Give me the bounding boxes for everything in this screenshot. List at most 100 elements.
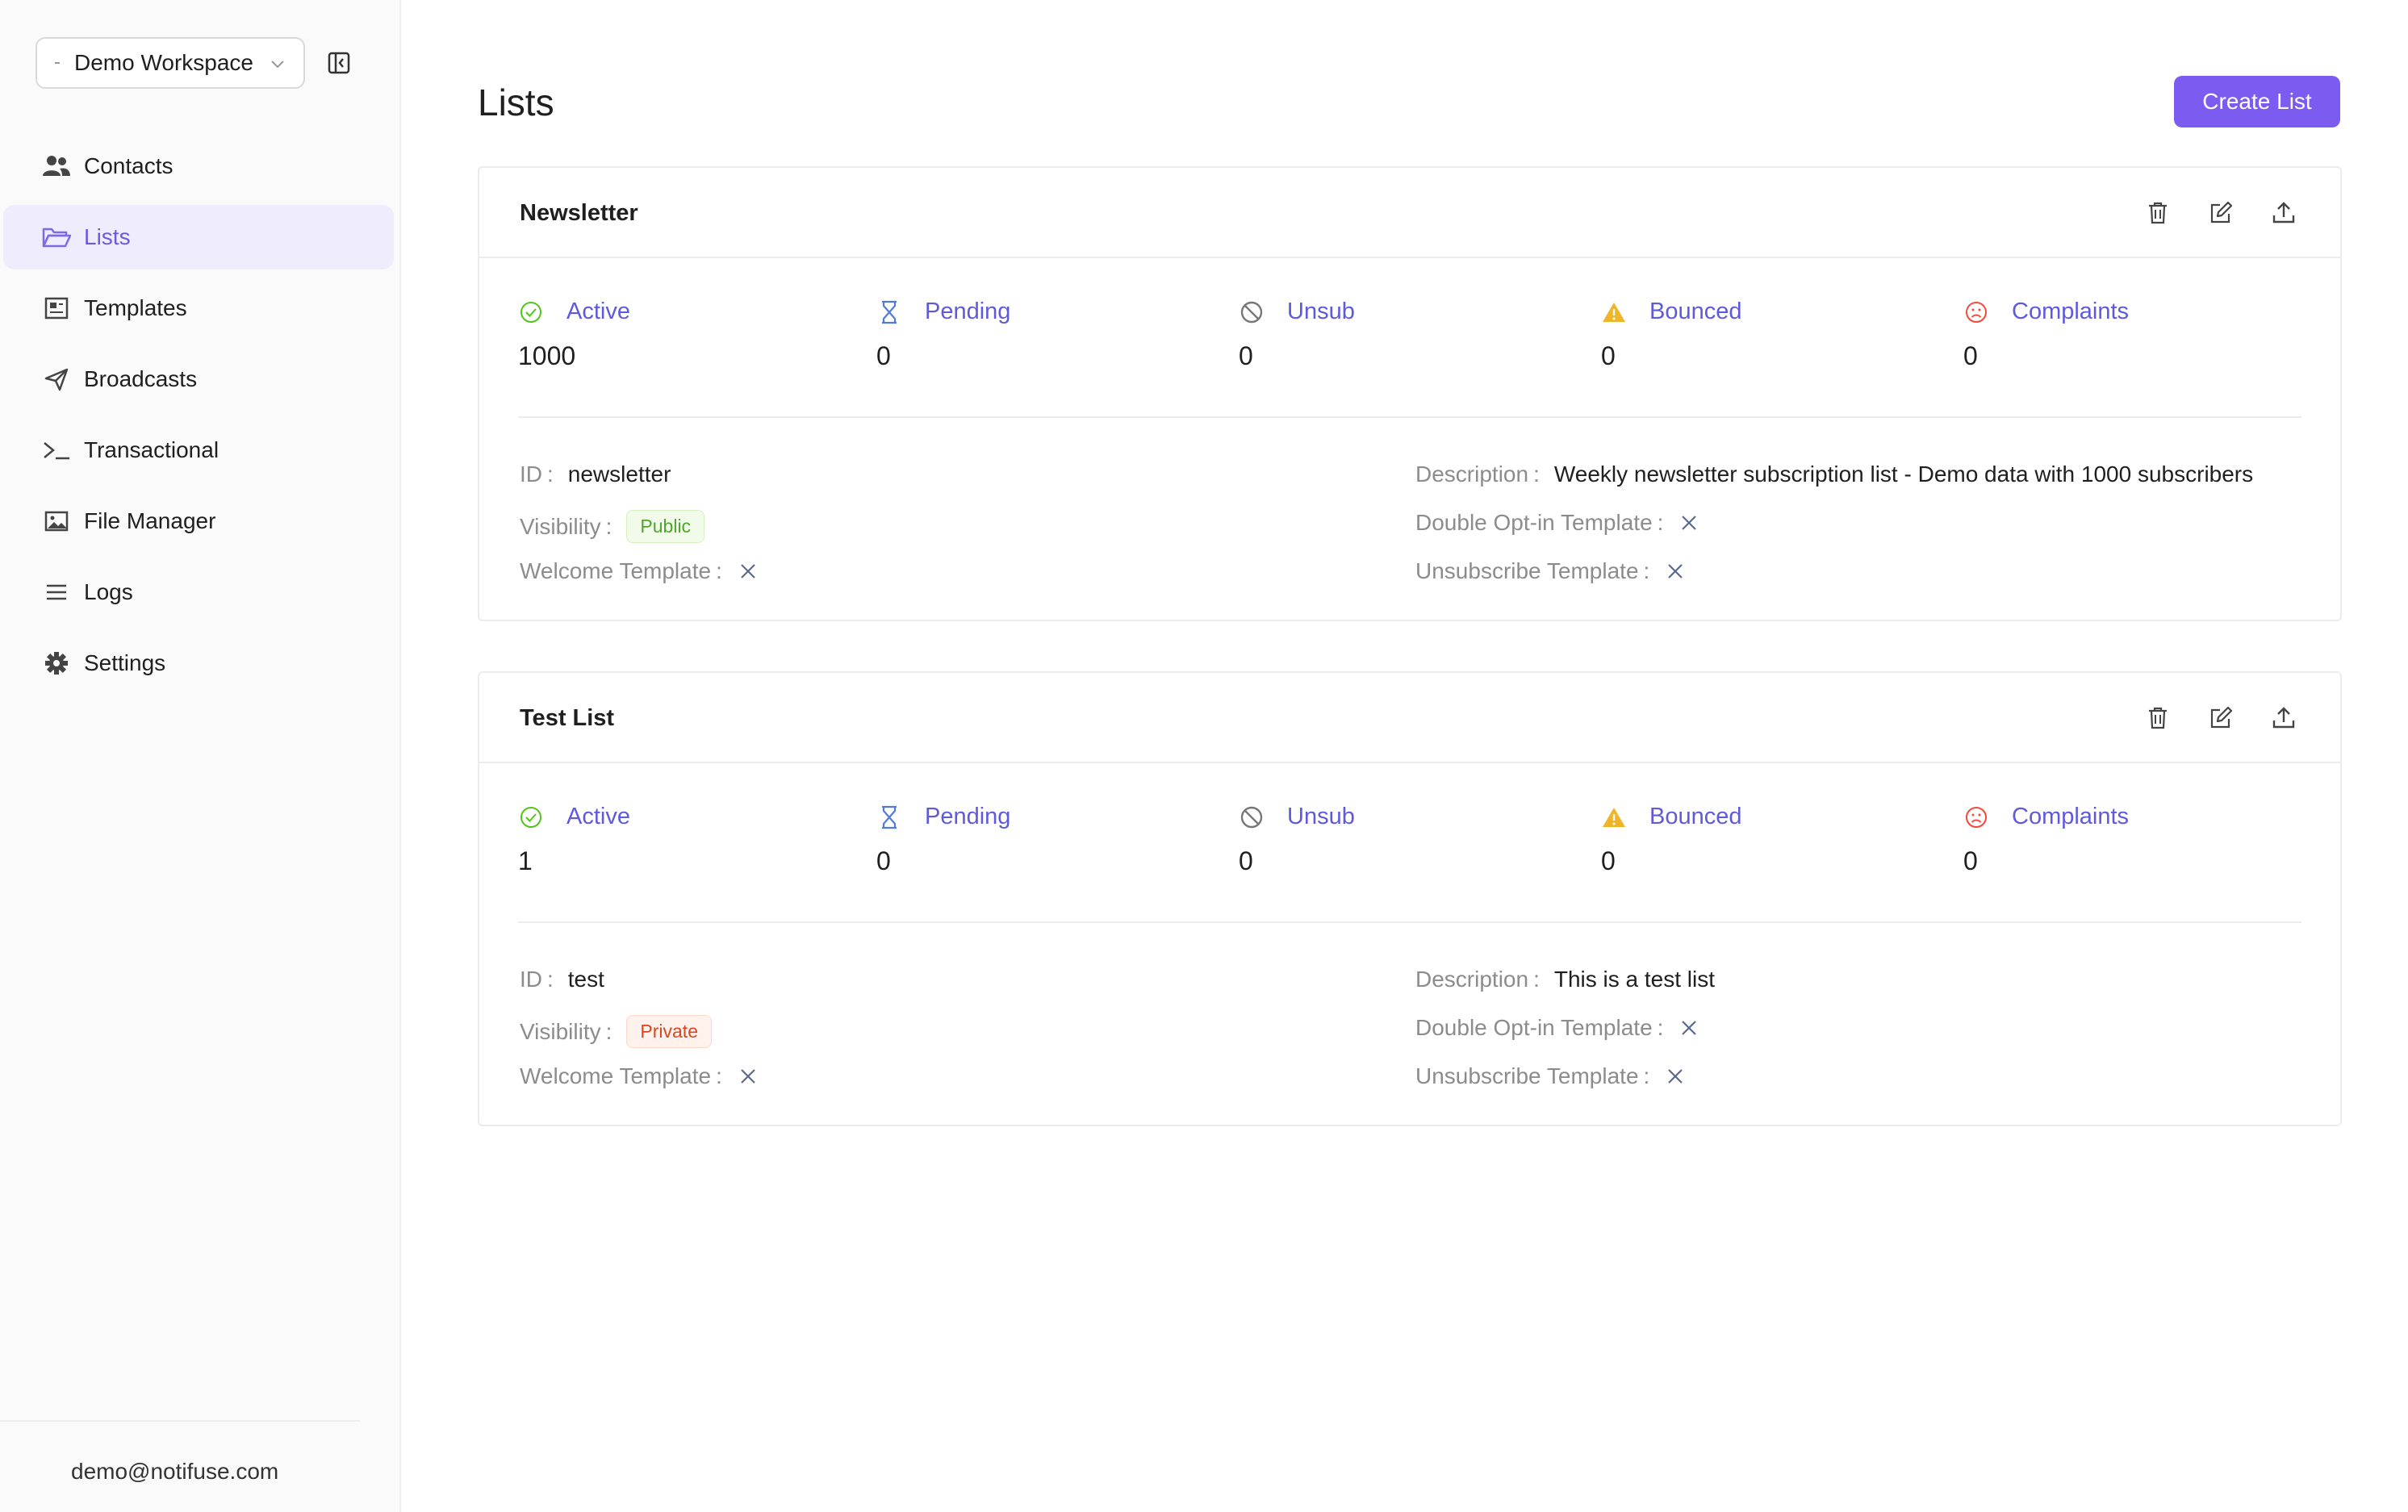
stat-pending: Pending 0 [876, 804, 1010, 876]
stat-value: 0 [876, 846, 891, 875]
frown-icon [1963, 299, 1989, 325]
list-name: Test List [520, 705, 615, 731]
detail-label: Visibility [520, 1018, 601, 1044]
edit-icon[interactable] [2206, 198, 2235, 228]
detail-label: Unsubscribe Template [1415, 558, 1639, 583]
sidebar-item-transactional[interactable]: Transactional [3, 418, 394, 482]
stat-unsub: Unsub 0 [1239, 299, 1355, 371]
delete-icon[interactable] [2143, 704, 2172, 733]
upload-icon[interactable] [2269, 704, 2298, 733]
stat-label: Unsub [1287, 299, 1355, 324]
sidebar-item-settings[interactable]: Settings [3, 631, 394, 695]
list-details: ID: newsletter Visibility: Public Welcom… [520, 418, 2300, 620]
close-icon [737, 1065, 759, 1088]
detail-id: ID: newsletter [520, 462, 671, 487]
sidebar-item-contacts[interactable]: Contacts [3, 134, 394, 198]
detail-unsubscribe-template: Unsubscribe Template: [1415, 1063, 1687, 1089]
detail-separator: : [1643, 1063, 1650, 1088]
detail-description: Description: Weekly newsletter subscript… [1415, 462, 2253, 487]
detail-description: Description: This is a test list [1415, 967, 1715, 992]
sidebar-item-label: Lists [84, 224, 131, 249]
check-circle-icon [518, 804, 544, 830]
list-card-newsletter: Newsletter Active 1000 Pending 0 Unsub 0… [478, 166, 2342, 621]
workspace-select[interactable]: Demo Workspace [36, 37, 305, 89]
sidebar-item-file-manager[interactable]: File Manager [3, 489, 394, 553]
warning-icon [1601, 299, 1627, 325]
hourglass-icon [876, 804, 902, 830]
sidebar-divider [0, 1420, 360, 1422]
warning-icon [1601, 804, 1627, 830]
sidebar-item-label: Templates [84, 295, 187, 320]
user-email[interactable]: demo@notifuse.com [71, 1459, 278, 1485]
chevron-down-icon [268, 53, 287, 79]
card-actions [2143, 198, 2298, 228]
hourglass-icon [876, 299, 902, 325]
detail-visibility: Visibility: Public [520, 510, 705, 543]
detail-separator: : [1533, 967, 1540, 992]
list-details: ID: test Visibility: Private Welcome Tem… [520, 923, 2300, 1125]
close-icon [1678, 512, 1700, 534]
detail-label: Visibility [520, 513, 601, 539]
sidebar-item-label: Logs [84, 579, 133, 604]
workspace-dot-icon [55, 62, 60, 64]
workspace-name: Demo Workspace [74, 50, 254, 75]
folder-open-icon [40, 221, 73, 253]
stat-active: Active 1000 [518, 299, 630, 371]
detail-unsubscribe-template: Unsubscribe Template: [1415, 558, 1687, 584]
close-icon [737, 560, 759, 583]
stat-label: Unsub [1287, 804, 1355, 829]
detail-label: Description [1415, 967, 1529, 992]
image-icon [40, 505, 73, 537]
sidebar-item-broadcasts[interactable]: Broadcasts [3, 347, 394, 411]
stat-value: 0 [1963, 341, 1978, 370]
create-list-button[interactable]: Create List [2174, 76, 2340, 127]
sidebar-item-label: Contacts [84, 153, 173, 178]
detail-label: ID [520, 967, 542, 992]
list-id-value: test [567, 967, 604, 992]
upload-icon[interactable] [2269, 198, 2298, 228]
stat-label: Pending [925, 299, 1011, 324]
send-icon [40, 363, 73, 395]
sidebar-item-label: Transactional [84, 437, 219, 462]
card-header: Newsletter [479, 168, 2340, 258]
list-id-value: newsletter [567, 462, 671, 487]
list-card-test: Test List Active 1 Pending 0 Unsub 0 Bou… [478, 671, 2342, 1126]
detail-separator: : [547, 967, 554, 992]
sidebar-item-label: Settings [84, 650, 166, 675]
detail-label: Welcome Template [520, 1063, 712, 1088]
sidebar-item-logs[interactable]: Logs [3, 560, 394, 624]
detail-visibility: Visibility: Private [520, 1015, 712, 1048]
detail-separator: : [547, 462, 554, 487]
delete-icon[interactable] [2143, 198, 2172, 228]
stat-complaints: Complaints 0 [1963, 804, 2129, 876]
stat-label: Complaints [2012, 804, 2130, 829]
stats-row: Active 1000 Pending 0 Unsub 0 Bounced 0 [518, 258, 2301, 418]
sidebar-nav: Contacts Lists Templates Broadcasts Tran… [3, 134, 394, 702]
stat-pending: Pending 0 [876, 299, 1010, 371]
detail-double-optin-template: Double Opt-in Template: [1415, 510, 1700, 536]
gear-icon [40, 647, 73, 679]
stat-label: Active [566, 804, 630, 829]
edit-icon[interactable] [2206, 704, 2235, 733]
frown-icon [1963, 804, 1989, 830]
detail-separator: : [1657, 510, 1664, 535]
stat-label: Bounced [1649, 299, 1742, 324]
stat-active: Active 1 [518, 804, 630, 876]
sidebar: Demo Workspace Contacts Lists Templates [0, 0, 401, 1512]
stat-value: 0 [1601, 846, 1616, 875]
templates-icon [40, 292, 73, 324]
detail-id: ID: test [520, 967, 604, 992]
detail-separator: : [605, 513, 612, 539]
stat-unsub: Unsub 0 [1239, 804, 1355, 876]
sidebar-item-templates[interactable]: Templates [3, 276, 394, 340]
detail-separator: : [1643, 558, 1650, 583]
stat-bounced: Bounced 0 [1601, 299, 1742, 371]
card-header: Test List [479, 673, 2340, 763]
list-icon [40, 576, 73, 608]
stat-label: Active [566, 299, 630, 324]
sidebar-item-lists[interactable]: Lists [3, 205, 394, 269]
stat-value: 0 [1601, 341, 1616, 370]
stop-icon [1239, 299, 1265, 325]
stat-bounced: Bounced 0 [1601, 804, 1742, 876]
collapse-sidebar-icon[interactable] [324, 48, 353, 77]
